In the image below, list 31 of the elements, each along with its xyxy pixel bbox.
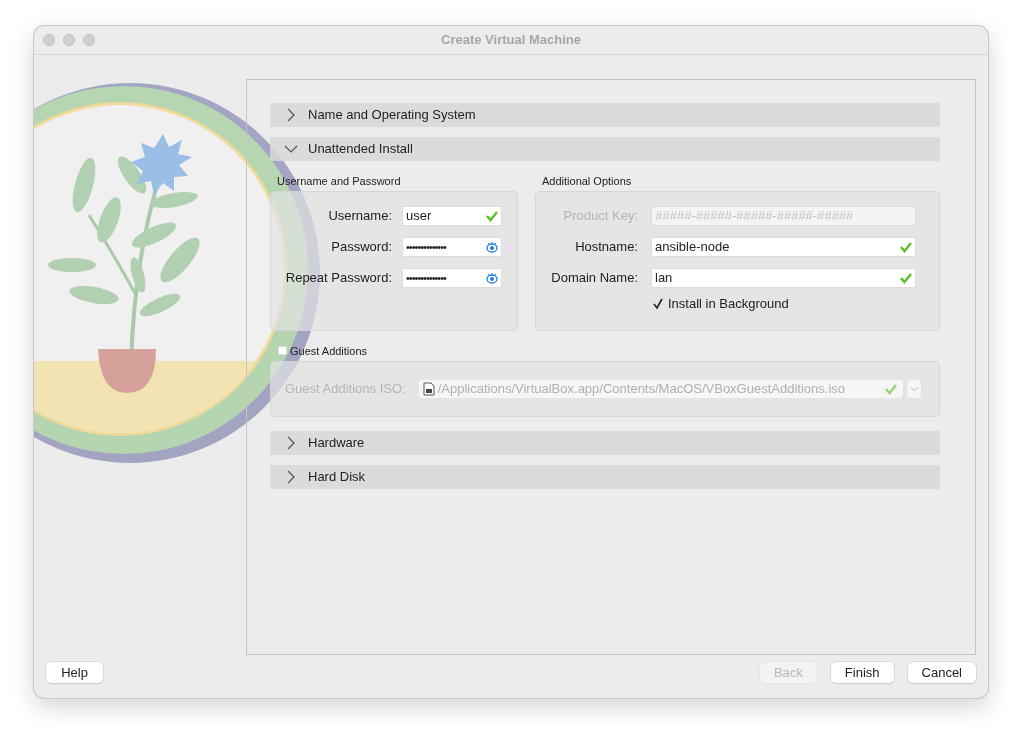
window-title: Create Virtual Machine bbox=[441, 32, 581, 48]
section-header[interactable]: Hardware bbox=[270, 430, 940, 455]
field-label: Username: bbox=[327, 208, 393, 224]
checkbox-label: Guest Additions bbox=[290, 344, 368, 357]
dialog-button[interactable]: Cancel bbox=[907, 661, 976, 683]
group-title: Username and Password bbox=[276, 174, 402, 189]
field-label: Repeat Password: bbox=[284, 270, 393, 286]
dropdown-button[interactable] bbox=[906, 378, 922, 399]
section-header[interactable]: Unattended Install bbox=[270, 136, 940, 161]
field-label: Password: bbox=[330, 239, 393, 255]
text-field[interactable]: •••••••••••••• bbox=[402, 267, 502, 288]
eye-icon[interactable] bbox=[486, 271, 498, 284]
zoom-button[interactable] bbox=[83, 34, 95, 46]
eye-icon[interactable] bbox=[486, 240, 498, 253]
file-icon bbox=[422, 381, 435, 396]
text-field[interactable]: user bbox=[402, 205, 502, 226]
minimize-button[interactable] bbox=[63, 34, 75, 46]
text-field[interactable]: ansible-node bbox=[651, 236, 916, 257]
checkbox[interactable] bbox=[651, 297, 664, 311]
text-field[interactable]: lan bbox=[651, 267, 916, 288]
dialog-button[interactable]: Finish bbox=[830, 661, 894, 683]
checkbox-label: Install in Background bbox=[668, 296, 789, 312]
close-button[interactable] bbox=[43, 34, 55, 46]
section-header[interactable]: Hard Disk bbox=[270, 464, 940, 489]
section-header[interactable]: Name and Operating System bbox=[270, 102, 940, 127]
field-label: Hostname: bbox=[574, 239, 639, 255]
chevron-down-icon bbox=[909, 385, 919, 392]
help-button[interactable]: Help bbox=[46, 661, 103, 683]
field-label: Domain Name: bbox=[550, 270, 639, 286]
text-field[interactable]: •••••••••••••• bbox=[402, 236, 502, 257]
group-title: Additional Options bbox=[541, 174, 633, 189]
